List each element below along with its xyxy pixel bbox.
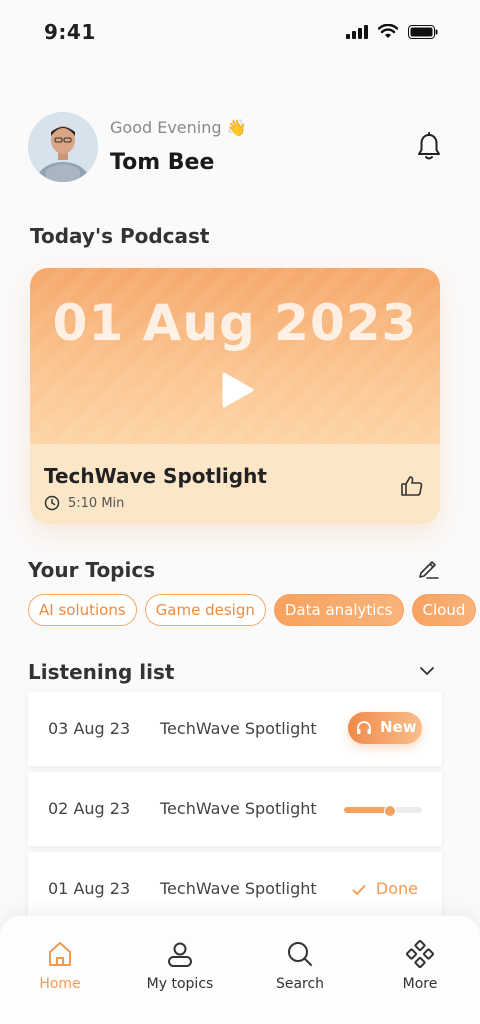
signal-icon [346, 24, 368, 39]
podcast-info: TechWave Spotlight 5:10 Min [30, 444, 440, 524]
play-icon[interactable] [220, 370, 256, 410]
nav-more[interactable]: More [360, 916, 480, 1016]
nav-label: My topics [146, 976, 214, 992]
nav-search[interactable]: Search [240, 916, 360, 1016]
nav-my-topics[interactable]: My topics [120, 916, 240, 1016]
thumbs-up-icon[interactable] [400, 474, 424, 498]
list-item-date: 02 Aug 23 [48, 799, 131, 818]
topic-chip-active[interactable]: Data analytics [273, 594, 404, 626]
list-item[interactable]: 01 Aug 23 TechWave Spotlight Done [28, 852, 442, 926]
list-item-title: TechWave Spotlight [160, 799, 317, 818]
home-icon [49, 942, 71, 966]
avatar-image [28, 112, 98, 182]
user-icon [168, 942, 192, 967]
more-icon [406, 940, 434, 968]
avatar[interactable] [28, 112, 98, 182]
edit-icon[interactable] [416, 556, 440, 580]
battery-icon [408, 24, 438, 39]
progress-knob[interactable] [384, 805, 397, 817]
podcast-card[interactable]: 01 Aug 2023 TechWave Spotlight 5:10 Min [30, 268, 440, 524]
topics-row: AI solutions Game design Data analytics Clo… [28, 594, 480, 630]
done-status: Done [352, 879, 418, 898]
greeting-text: Good Evening 👋 [110, 118, 247, 137]
progress-bar[interactable] [344, 805, 422, 817]
profile-header: Good Evening 👋 Tom Bee [28, 112, 452, 184]
wifi-icon [378, 24, 398, 38]
status-time: 9:41 [44, 20, 96, 44]
user-name: Tom Bee [110, 150, 215, 175]
nav-home[interactable]: Home [0, 916, 120, 1016]
new-badge-label: New [380, 718, 417, 736]
headphones-icon [357, 721, 371, 734]
list-item-date: 01 Aug 23 [48, 879, 131, 898]
nav-label: More [402, 976, 438, 992]
topic-chip[interactable]: Game design [144, 594, 266, 626]
progress-fill [344, 807, 390, 813]
podcast-hero: 01 Aug 2023 [30, 268, 440, 444]
bell-icon[interactable] [416, 132, 442, 162]
bottom-nav: Home My topics Search More [0, 916, 480, 1024]
check-icon [352, 885, 366, 895]
topic-chip[interactable]: AI solutions [28, 594, 137, 626]
section-title-today: Today's Podcast [30, 224, 210, 248]
status-icons [346, 24, 438, 39]
list-item[interactable]: 03 Aug 23 TechWave Spotlight New [28, 692, 442, 766]
status-bar: 9:41 [0, 0, 480, 64]
podcast-date: 01 Aug 2023 [52, 294, 418, 352]
topic-chip-active[interactable]: Cloud [411, 594, 477, 626]
nav-label: Home [39, 976, 81, 992]
list-item[interactable]: 02 Aug 23 TechWave Spotlight [28, 772, 442, 846]
section-title-listening: Listening list [28, 660, 175, 684]
list-item-date: 03 Aug 23 [48, 719, 131, 738]
done-label: Done [375, 879, 418, 898]
podcast-duration: 5:10 Min [68, 496, 125, 511]
list-item-title: TechWave Spotlight [160, 879, 317, 898]
search-icon [288, 942, 312, 966]
podcast-title: TechWave Spotlight [44, 464, 267, 488]
section-title-topics: Your Topics [28, 558, 156, 582]
chevron-down-icon[interactable] [418, 664, 436, 678]
list-item-title: TechWave Spotlight [160, 719, 317, 738]
clock-icon [44, 495, 60, 511]
new-badge[interactable]: New [348, 712, 422, 744]
nav-label: Search [275, 976, 325, 992]
